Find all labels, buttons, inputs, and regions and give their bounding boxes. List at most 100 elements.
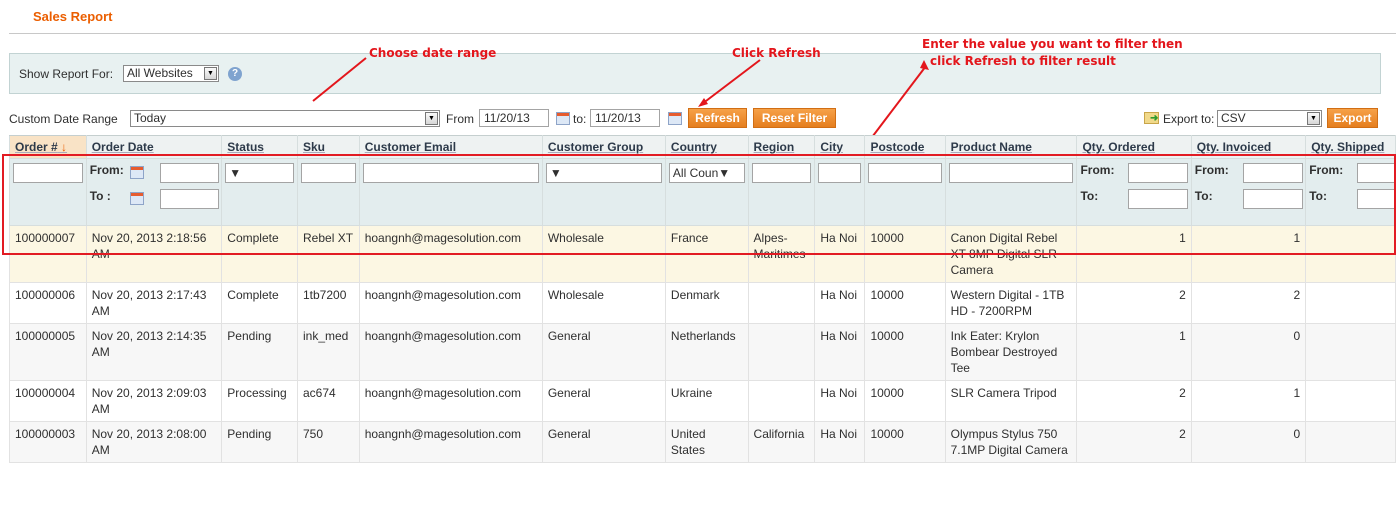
chevron-down-icon: ▼ — [549, 166, 562, 180]
column-header-postcode[interactable]: Postcode — [864, 135, 946, 159]
calendar-icon[interactable] — [129, 166, 144, 179]
date-from-label: From: — [89, 163, 124, 177]
column-header-qty-ordered[interactable]: Qty. Ordered — [1076, 135, 1192, 159]
store-switcher-value: All Websites — [127, 66, 193, 80]
cell-country: Denmark — [664, 282, 749, 324]
date-to-filter-input[interactable] — [159, 189, 219, 209]
qty-ordered-to-input[interactable] — [1128, 189, 1189, 209]
cell-region: California — [747, 421, 816, 463]
cell-order: 100000006 — [9, 282, 87, 324]
qty-shipped-to-input[interactable] — [1357, 189, 1396, 209]
cell-date: Nov 20, 2013 2:09:03 AM — [85, 380, 223, 422]
chevron-down-icon: ▼ — [204, 67, 217, 80]
cell-country: Netherlands — [664, 323, 749, 381]
qty-ordered-from-input[interactable] — [1128, 163, 1189, 183]
cell-invoiced: 0 — [1190, 323, 1307, 381]
cell-sku: 1tb7200 — [297, 282, 360, 324]
cell-sku: ac674 — [297, 380, 360, 422]
cell-email: hoangnh@magesolution.com — [358, 225, 543, 283]
from-date-input[interactable]: 11/20/13 — [479, 109, 549, 127]
qty-shipped-to-label: To: — [1309, 189, 1327, 203]
store-switcher-select[interactable]: All Websites ▼ — [123, 65, 219, 82]
group-filter-select[interactable]: ▼ — [545, 163, 662, 183]
region-filter-input[interactable] — [751, 163, 812, 183]
date-range-value: Today — [134, 111, 167, 125]
cell-date: Nov 20, 2013 2:08:00 AM — [85, 421, 223, 463]
cell-status: Complete — [221, 225, 298, 283]
column-header-city[interactable]: City — [814, 135, 866, 159]
column-header-status[interactable]: Status — [221, 135, 298, 159]
column-header-customer-email[interactable]: Customer Email — [358, 135, 543, 159]
cell-region: Alpes-Maritimes — [747, 225, 816, 283]
cell-city: Ha Noi — [814, 380, 866, 422]
cell-postcode: 10000 — [864, 421, 946, 463]
postcode-filter-input[interactable] — [868, 163, 942, 183]
column-header-order-date[interactable]: Order Date — [85, 135, 223, 159]
status-filter-select[interactable]: ▼ — [225, 163, 294, 183]
cell-postcode: 10000 — [864, 282, 946, 324]
column-header-product-name[interactable]: Product Name — [944, 135, 1078, 159]
product-filter-input[interactable] — [948, 163, 1074, 183]
date-to-label: To : — [89, 189, 111, 203]
qty-shipped-from-label: From: — [1309, 163, 1344, 177]
export-format-select[interactable]: CSV ▼ — [1217, 110, 1322, 127]
store-switcher-bar: Show Report For: All Websites ▼ ? — [9, 53, 1381, 94]
cell-city: Ha Noi — [814, 323, 866, 381]
date-from-filter-input[interactable] — [159, 163, 219, 183]
grid-body: 100000007 Nov 20, 2013 2:18:56 AM Complete… — [9, 225, 1396, 463]
calendar-icon[interactable] — [129, 192, 144, 205]
export-button[interactable]: Export — [1327, 108, 1378, 128]
table-row[interactable]: 100000005 Nov 20, 2013 2:14:35 AM Pending i… — [9, 323, 1396, 381]
to-date-label: to: — [573, 112, 587, 126]
column-header-order[interactable]: Order # ↓ — [9, 135, 87, 159]
column-header-customer-group[interactable]: Customer Group — [541, 135, 666, 159]
country-filter-select[interactable]: All Coun▼ — [668, 163, 745, 183]
sales-report-grid: Order # ↓ Order Date Status Sku Customer… — [9, 135, 1396, 463]
cell-region — [747, 282, 816, 324]
table-row[interactable]: 100000006 Nov 20, 2013 2:17:43 AM Complete… — [9, 282, 1396, 324]
qty-ordered-to-label: To: — [1080, 189, 1099, 203]
reset-filter-button[interactable]: Reset Filter — [753, 108, 836, 128]
table-row[interactable]: 100000007 Nov 20, 2013 2:18:56 AM Complete… — [9, 225, 1396, 283]
qty-invoiced-from-input[interactable] — [1242, 163, 1303, 183]
qty-invoiced-from-label: From: — [1194, 163, 1229, 177]
cell-date: Nov 20, 2013 2:14:35 AM — [85, 323, 223, 381]
email-filter-input[interactable] — [362, 163, 539, 183]
column-header-sku[interactable]: Sku — [297, 135, 360, 159]
cell-status: Pending — [221, 323, 298, 381]
column-header-region[interactable]: Region — [747, 135, 816, 159]
to-date-input[interactable]: 11/20/13 — [590, 109, 660, 127]
cell-order: 100000004 — [9, 380, 87, 422]
grid-filter-row: From: To : ▼ ▼ All Coun▼ From: To: From:… — [9, 158, 1396, 226]
order-filter-input[interactable] — [13, 163, 83, 183]
cell-group: Wholesale — [541, 282, 666, 324]
from-date-label: From — [446, 112, 474, 126]
cell-order: 100000005 — [9, 323, 87, 381]
cell-region — [747, 323, 816, 381]
refresh-button[interactable]: Refresh — [688, 108, 747, 128]
calendar-icon[interactable] — [556, 112, 570, 125]
cell-status: Pending — [221, 421, 298, 463]
calendar-icon[interactable] — [668, 112, 682, 125]
export-label: Export to: — [1163, 112, 1215, 126]
cell-group: General — [541, 421, 666, 463]
qty-shipped-from-input[interactable] — [1357, 163, 1396, 183]
date-range-select[interactable]: Today ▼ — [130, 110, 440, 127]
cell-shipped — [1305, 421, 1396, 463]
column-header-qty-invoiced[interactable]: Qty. Invoiced — [1190, 135, 1307, 159]
cell-product: SLR Camera Tripod — [944, 380, 1078, 422]
sort-desc-icon: ↓ — [61, 140, 68, 154]
column-header-qty-shipped[interactable]: Qty. Shipped — [1305, 135, 1396, 159]
cell-postcode: 10000 — [864, 380, 946, 422]
cell-group: Wholesale — [541, 225, 666, 283]
cell-shipped — [1305, 323, 1396, 381]
help-icon[interactable]: ? — [228, 67, 242, 81]
cell-date: Nov 20, 2013 2:17:43 AM — [85, 282, 223, 324]
sku-filter-input[interactable] — [301, 163, 356, 183]
qty-invoiced-to-input[interactable] — [1242, 189, 1303, 209]
city-filter-input[interactable] — [818, 163, 862, 183]
table-row[interactable]: 100000003 Nov 20, 2013 2:08:00 AM Pending 7… — [9, 421, 1396, 463]
table-row[interactable]: 100000004 Nov 20, 2013 2:09:03 AM Processi… — [9, 380, 1396, 422]
column-header-country[interactable]: Country — [664, 135, 749, 159]
cell-product: Western Digital - 1TB HD - 7200RPM — [944, 282, 1078, 324]
